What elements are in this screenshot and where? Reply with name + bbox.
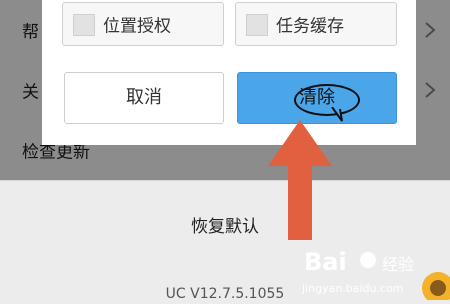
checkbox-location[interactable] (73, 14, 95, 36)
arrow-up-icon (268, 120, 332, 240)
option-location-label: 位置授权 (103, 16, 171, 37)
clear-button[interactable]: 清除 (237, 72, 397, 124)
option-location-permission[interactable]: 位置授权 (62, 2, 224, 46)
option-cache-label: 任务缓存 (276, 16, 344, 37)
sunflower-icon (422, 272, 450, 300)
cancel-button[interactable]: 取消 (64, 72, 224, 124)
svg-text:Bai: Bai (304, 248, 347, 276)
option-task-cache[interactable]: 任务缓存 (235, 2, 397, 46)
svg-text:jingyan.baidu.com: jingyan.baidu.com (301, 282, 404, 295)
clear-data-dialog: 位置授权 任务缓存 取消 清除 (42, 0, 416, 145)
clear-button-label: 清除 (299, 87, 335, 108)
speech-tail-icon (331, 107, 343, 122)
checkbox-cache[interactable] (246, 14, 268, 36)
restore-default-button[interactable]: 恢复默认 (0, 212, 450, 237)
